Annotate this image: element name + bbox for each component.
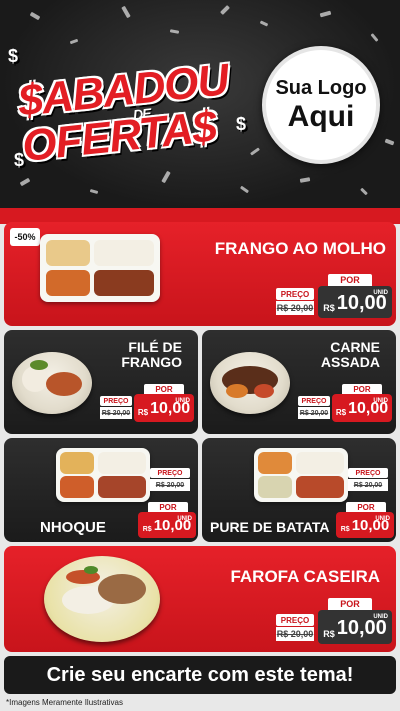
price-tag: PREÇO R$ 20,00 POR R$ 10,00 UNID	[276, 598, 392, 646]
currency-symbol: R$	[323, 629, 335, 639]
old-price-tag: PREÇO R$ 20,00	[144, 468, 196, 504]
discount-badge: -50%	[10, 228, 40, 246]
logo-text-line1: Sua Logo	[275, 77, 367, 99]
new-price-tag: POR R$ 10,00 UNID	[138, 502, 198, 540]
food-image	[254, 448, 348, 502]
product-name-line2: ASSADA	[320, 354, 380, 371]
logo-text-line2: Aqui	[287, 100, 355, 133]
price-tag: PREÇO R$ 20,00 POR R$ 10,00 UNID	[100, 384, 196, 426]
header-banner: $ $ $ $ABADOU DE OFERTA$ Sua Logo Aqui	[0, 0, 400, 210]
currency-symbol: R$	[142, 526, 152, 533]
product-name: FRANGO AO MOLHO	[214, 239, 386, 258]
unit-label: UNID	[375, 516, 390, 522]
product-card-pure-batata: PREÇO R$ 20,00 PURE DE BATATA POR R$ 10,…	[202, 438, 396, 542]
currency-symbol: R$	[137, 408, 149, 417]
por-label: POR	[342, 384, 382, 394]
food-image	[210, 352, 290, 414]
old-price-tag: PREÇO R$ 20,00	[342, 468, 394, 504]
product-card-farofa: FAROFA CASEIRA PREÇO R$ 20,00 POR R$ 10,…	[4, 546, 396, 652]
new-price-box: R$ 10,00 UNID	[138, 512, 196, 538]
new-price-box: R$ 10,00 UNID	[336, 512, 394, 538]
dollar-sign-icon: $	[236, 114, 247, 134]
product-card-carne-assada: CARNE ASSADA PREÇO R$ 20,00 POR R$ 10,00…	[202, 330, 396, 434]
preco-label: PREÇO	[150, 468, 190, 478]
old-price: R$ 20,00	[276, 301, 314, 315]
currency-symbol: R$	[340, 526, 350, 533]
product-name-line2: FRANGO	[121, 354, 182, 371]
price-tag: PREÇO R$ 20,00 POR R$ 10,00 UNID	[276, 274, 392, 320]
food-image	[44, 556, 160, 642]
product-name: CARNE ASSADA	[320, 339, 380, 371]
new-price-box: R$ 10,00 UNID	[318, 610, 392, 644]
new-price-tag: POR R$ 10,00 UNID	[336, 502, 396, 540]
product-name: FILÉ DE FRANGO	[121, 339, 182, 371]
currency-symbol: R$	[335, 408, 347, 417]
product-card-file-frango: FILÉ DE FRANGO PREÇO R$ 20,00 POR R$ 10,…	[4, 330, 198, 434]
preco-label: PREÇO	[298, 396, 330, 406]
old-price: R$ 20,00	[150, 479, 190, 491]
cta-button[interactable]: Crie seu encarte com este tema!	[4, 656, 396, 694]
por-label: POR	[328, 274, 372, 286]
disclaimer-text: *Imagens Meramente Ilustrativas	[6, 698, 123, 707]
promo-title: $ $ $ $ABADOU DE OFERTA$	[8, 46, 248, 178]
unit-label: UNID	[373, 398, 388, 404]
por-label: POR	[148, 502, 188, 512]
food-image	[40, 234, 160, 302]
new-price-box: R$ 10,00 UNID	[332, 394, 392, 422]
product-name: FAROFA CASEIRA	[230, 567, 380, 586]
old-price: R$ 20,00	[298, 407, 330, 419]
por-label: POR	[328, 598, 372, 610]
preco-label: PREÇO	[348, 468, 388, 478]
logo-placeholder: Sua Logo Aqui	[262, 46, 380, 164]
new-price-box: R$ 10,00 UNID	[318, 286, 392, 318]
new-price-box: R$ 10,00 UNID	[134, 394, 194, 422]
preco-label: PREÇO	[276, 614, 314, 626]
product-card-frango-molho: -50% FRANGO AO MOLHO PREÇO R$ 20,00 POR …	[4, 222, 396, 326]
product-card-nhoque: PREÇO R$ 20,00 NHOQUE POR R$ 10,00 UNID	[4, 438, 198, 542]
product-name-line1: FILÉ DE	[128, 339, 182, 355]
currency-symbol: R$	[323, 303, 335, 313]
unit-label: UNID	[373, 614, 388, 620]
old-price: R$ 20,00	[100, 407, 132, 419]
product-name: NHOQUE	[40, 519, 106, 536]
price-tag: PREÇO R$ 20,00 POR R$ 10,00 UNID	[298, 384, 394, 426]
product-name-line1: CARNE	[330, 339, 380, 355]
old-price: R$ 20,00	[276, 627, 314, 641]
unit-label: UNID	[175, 398, 190, 404]
unit-label: UNID	[373, 290, 388, 296]
dollar-sign-icon: $	[8, 46, 19, 66]
preco-label: PREÇO	[100, 396, 132, 406]
preco-label: PREÇO	[276, 288, 314, 300]
unit-label: UNID	[177, 516, 192, 522]
por-label: POR	[144, 384, 184, 394]
old-price: R$ 20,00	[348, 479, 388, 491]
food-image	[12, 352, 92, 414]
food-image	[56, 448, 150, 502]
product-name: PURE DE BATATA	[210, 519, 330, 535]
por-label: POR	[346, 502, 386, 512]
